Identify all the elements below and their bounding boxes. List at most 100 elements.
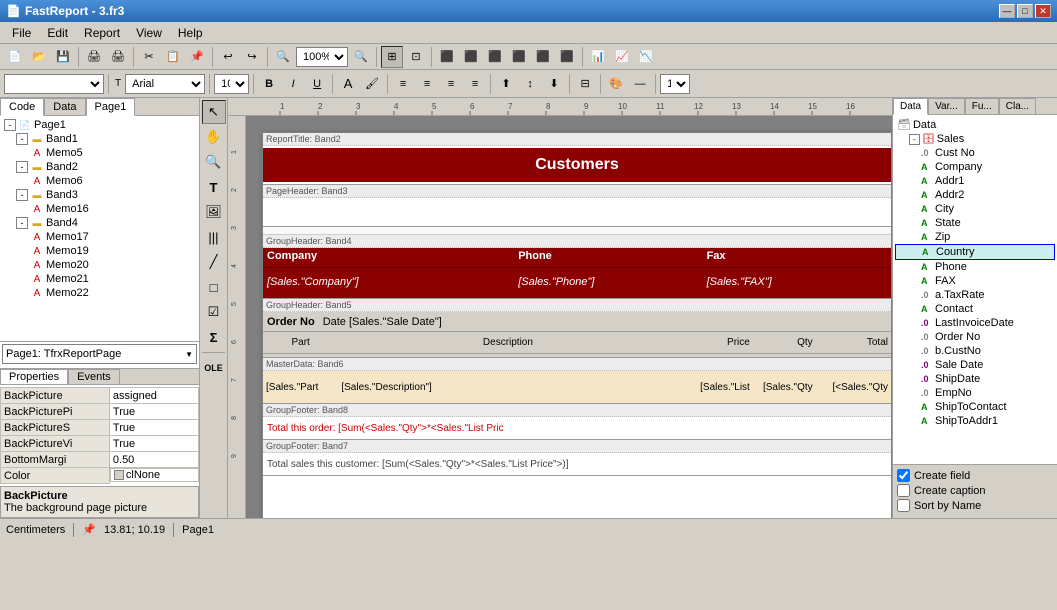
undo-button[interactable]: ↩ xyxy=(217,46,239,68)
data-saledate[interactable]: .0 Sale Date xyxy=(895,358,1055,372)
vert-bot-button[interactable]: ⬇ xyxy=(543,73,565,95)
tab-data[interactable]: Data xyxy=(44,98,85,115)
zoom-combo[interactable]: 100% 75% 150% xyxy=(296,47,348,67)
create-caption-checkbox[interactable] xyxy=(897,484,910,497)
menu-help[interactable]: Help xyxy=(170,24,211,42)
underline-button[interactable]: U xyxy=(306,73,328,95)
zoom-in-button[interactable]: 🔍 xyxy=(350,46,372,68)
tree-memo21[interactable]: A Memo21 xyxy=(2,272,197,286)
picture-tool[interactable]: 🖼 xyxy=(202,200,226,224)
data-shiptocontact[interactable]: A ShipToContact xyxy=(895,400,1055,414)
data-addr1[interactable]: A Addr1 xyxy=(895,174,1055,188)
zoom-tool[interactable]: 🔍 xyxy=(202,150,226,174)
expand-band3[interactable]: - xyxy=(16,189,28,201)
tree-band1[interactable]: - ▬ Band1 xyxy=(2,132,197,146)
data-state[interactable]: A State xyxy=(895,216,1055,230)
snap-button[interactable]: ⊡ xyxy=(405,46,427,68)
expand-sales[interactable]: - xyxy=(909,134,920,145)
align-center-button[interactable]: ⬛ xyxy=(460,46,482,68)
bold-button[interactable]: B xyxy=(258,73,280,95)
paste-button[interactable]: 📌 xyxy=(186,46,208,68)
align-text-center[interactable]: ≡ xyxy=(416,73,438,95)
data-city[interactable]: A City xyxy=(895,202,1055,216)
data-bcustno[interactable]: .0 b.CustNo xyxy=(895,344,1055,358)
tree-page1[interactable]: - 📄 Page1 xyxy=(2,118,197,132)
align-text-left[interactable]: ≡ xyxy=(392,73,414,95)
tree-memo20[interactable]: A Memo20 xyxy=(2,258,197,272)
minimize-button[interactable]: — xyxy=(999,4,1015,18)
check-tool[interactable]: ☑ xyxy=(202,300,226,324)
line-width-combo[interactable]: 1 xyxy=(660,74,690,94)
tree-band4[interactable]: - ▬ Band4 xyxy=(2,216,197,230)
prop-row-backpicturepipe[interactable]: BackPicturePi True xyxy=(1,404,199,420)
border-button[interactable]: ⊟ xyxy=(574,73,596,95)
line-tool[interactable]: ╱ xyxy=(202,250,226,274)
data-lastinvoice[interactable]: .0 LastInvoiceDate xyxy=(895,316,1055,330)
text-tool[interactable]: T xyxy=(202,175,226,199)
data-contact[interactable]: A Contact xyxy=(895,302,1055,316)
align-left-button[interactable]: ⬛ xyxy=(436,46,458,68)
expand-band2[interactable]: - xyxy=(16,161,28,173)
tree-band2[interactable]: - ▬ Band2 xyxy=(2,160,197,174)
ole-tool[interactable]: OLE xyxy=(202,356,226,380)
hand-tool[interactable]: ✋ xyxy=(202,125,226,149)
tree-band3[interactable]: - ▬ Band3 xyxy=(2,188,197,202)
redo-button[interactable]: ↪ xyxy=(241,46,263,68)
select-tool[interactable]: ↖ xyxy=(202,100,226,124)
fill-color-button[interactable]: 🎨 xyxy=(605,73,627,95)
chart-button2[interactable]: 📈 xyxy=(611,46,633,68)
expand-band4[interactable]: - xyxy=(16,217,28,229)
create-field-checkbox[interactable] xyxy=(897,469,910,482)
data-shipdate[interactable]: .0 ShipDate xyxy=(895,372,1055,386)
font-color-button[interactable]: A xyxy=(337,73,359,95)
right-tab-fu[interactable]: Fu... xyxy=(965,98,999,114)
tab-code[interactable]: Code xyxy=(0,98,44,116)
data-addr2[interactable]: A Addr2 xyxy=(895,188,1055,202)
align-top-button[interactable]: ⬛ xyxy=(508,46,530,68)
grid-button[interactable]: ⊞ xyxy=(381,46,403,68)
canvas-area[interactable]: // Draw ruler marks 1 2 3 4 5 6 7 8 9 xyxy=(228,98,892,518)
align-text-right[interactable]: ≡ xyxy=(440,73,462,95)
data-fax[interactable]: A FAX xyxy=(895,274,1055,288)
data-shiptoadd1[interactable]: A ShipToAddr1 xyxy=(895,414,1055,428)
font-name-combo[interactable]: Arial xyxy=(125,74,205,94)
prop-row-backpictures[interactable]: BackPictureS True xyxy=(1,420,199,436)
prop-row-bottommargi[interactable]: BottomMargi 0.50 xyxy=(1,452,199,468)
data-phone[interactable]: A Phone xyxy=(895,260,1055,274)
print-button[interactable]: 🖨 xyxy=(107,46,129,68)
data-custno[interactable]: .0 Cust No xyxy=(895,146,1055,160)
align-bottom-button[interactable]: ⬛ xyxy=(556,46,578,68)
line-color-button[interactable]: — xyxy=(629,73,651,95)
page-combo[interactable]: Page1: TfrxReportPage ▼ xyxy=(2,344,197,364)
tree-memo5[interactable]: A Memo5 xyxy=(2,146,197,160)
sort-by-name-checkbox[interactable] xyxy=(897,499,910,512)
vert-top-button[interactable]: ⬆ xyxy=(495,73,517,95)
right-tab-var[interactable]: Var... xyxy=(928,98,965,114)
highlight-button[interactable]: 🖌 xyxy=(361,73,383,95)
prop-row-backpicturevi[interactable]: BackPictureVi True xyxy=(1,436,199,452)
menu-file[interactable]: File xyxy=(4,24,39,42)
italic-button[interactable]: I xyxy=(282,73,304,95)
align-text-justify[interactable]: ≡ xyxy=(464,73,486,95)
expand-page1[interactable]: - xyxy=(4,119,16,131)
right-tab-cla[interactable]: Cla... xyxy=(999,98,1036,114)
sum-tool[interactable]: Σ xyxy=(202,325,226,349)
data-company[interactable]: A Company xyxy=(895,160,1055,174)
data-taxrate[interactable]: .0 a.TaxRate xyxy=(895,288,1055,302)
align-right-button[interactable]: ⬛ xyxy=(484,46,506,68)
barcode-tool[interactable]: ||| xyxy=(202,225,226,249)
preview-button[interactable]: 🖨 xyxy=(83,46,105,68)
zoom-out-button[interactable]: 🔍 xyxy=(272,46,294,68)
data-zip[interactable]: A Zip xyxy=(895,230,1055,244)
open-button[interactable]: 📂 xyxy=(28,46,50,68)
cut-button[interactable]: ✂ xyxy=(138,46,160,68)
right-tab-data[interactable]: Data xyxy=(893,98,928,115)
vert-mid-button[interactable]: ↕ xyxy=(519,73,541,95)
close-button[interactable]: ✕ xyxy=(1035,4,1051,18)
chart-button3[interactable]: 📉 xyxy=(635,46,657,68)
tree-memo6[interactable]: A Memo6 xyxy=(2,174,197,188)
object-type-combo[interactable] xyxy=(4,74,104,94)
tab-events[interactable]: Events xyxy=(68,369,120,384)
chart-button1[interactable]: 📊 xyxy=(587,46,609,68)
menu-view[interactable]: View xyxy=(128,24,170,42)
